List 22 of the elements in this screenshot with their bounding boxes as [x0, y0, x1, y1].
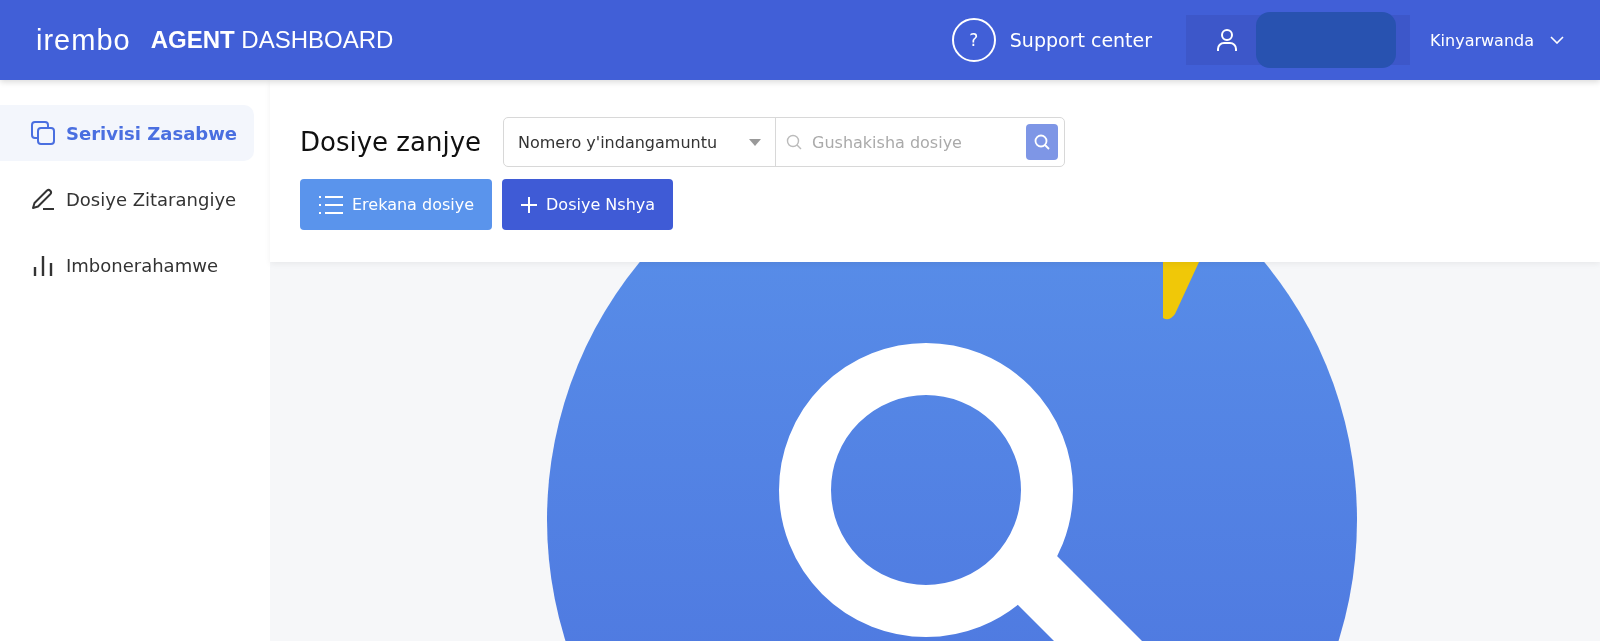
search-icon [786, 134, 802, 150]
user-icon [1216, 28, 1239, 52]
search-icon [1033, 133, 1051, 151]
help-icon: ? [951, 18, 996, 62]
new-file-button[interactable]: Dosiye Nshya [502, 179, 674, 230]
pen-icon [30, 186, 56, 212]
logo[interactable]: irembo [36, 23, 131, 57]
list-button[interactable]: Erekana dosiye [300, 179, 493, 230]
chevron-down-icon [1550, 36, 1564, 44]
caret-icon [749, 138, 761, 146]
app-title: AGENT DASHBOARD [150, 26, 394, 54]
support-link[interactable]: ? Support center [951, 18, 1153, 62]
language-dropdown[interactable]: Kinyarwanda [1430, 30, 1564, 50]
sidebar-item[interactable]: Serivisi Zasabwe [0, 105, 254, 161]
sidebar-item[interactable]: Dosiye Zitarangiye [0, 171, 254, 227]
sidebar-item[interactable]: Imbonerahamwe [0, 237, 254, 293]
list-icon [318, 194, 344, 215]
copy-icon [30, 120, 56, 146]
search-button[interactable] [1026, 124, 1058, 160]
plus-icon [520, 195, 539, 214]
page-title: Dosiye zanjye [300, 127, 481, 157]
filter-dropdown[interactable]: Nomero y'indangamuntu [504, 118, 776, 166]
